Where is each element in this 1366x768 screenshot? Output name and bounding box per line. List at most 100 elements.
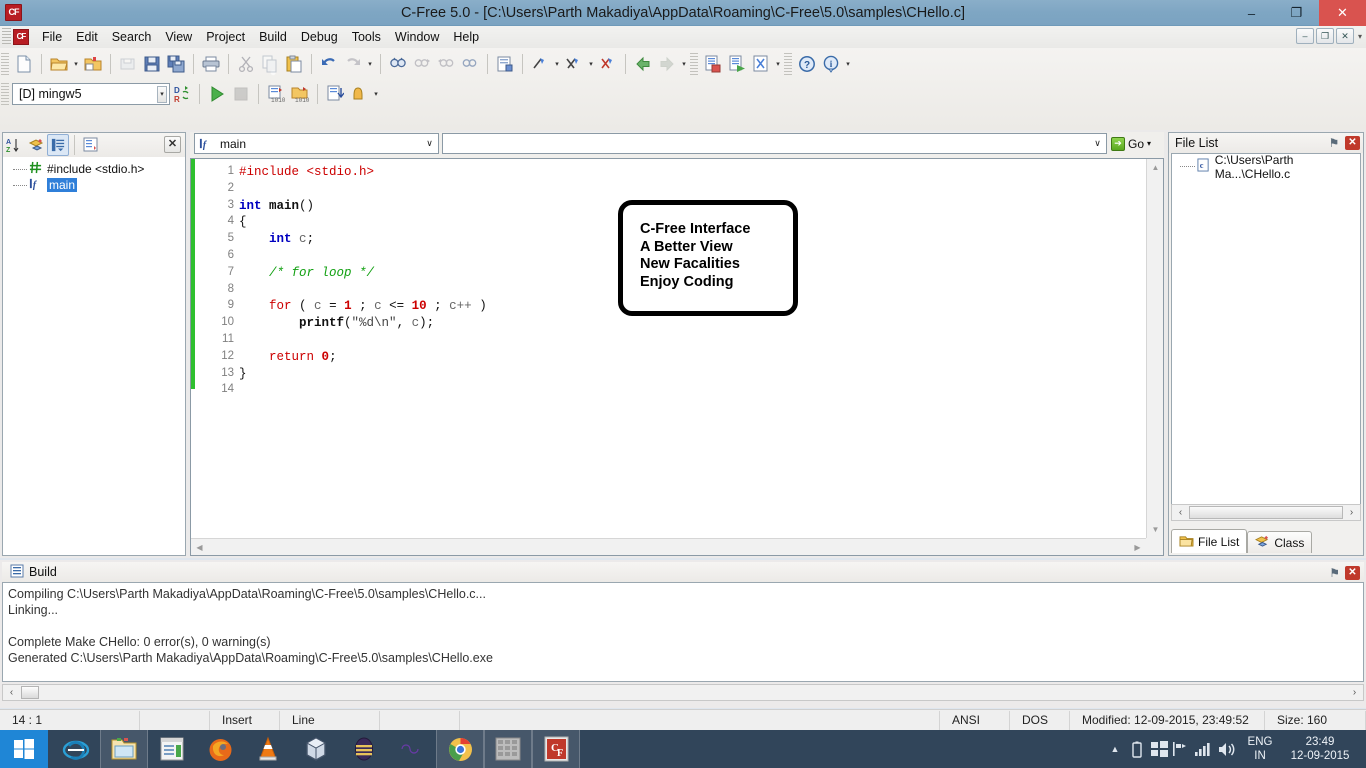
taskbar-google-chrome[interactable] — [436, 730, 484, 768]
toolbar-grip[interactable] — [1, 83, 9, 105]
about-icon[interactable]: i — [819, 52, 843, 76]
scroll-left-arrow[interactable]: ‹ — [1173, 505, 1188, 520]
file-list-horizontal-scrollbar[interactable]: ‹ › — [1171, 504, 1361, 521]
copy-icon[interactable] — [258, 52, 282, 76]
build-dropdown-caret[interactable]: ▾ — [773, 60, 783, 68]
scroll-down-arrow[interactable]: ▼ — [1147, 521, 1164, 538]
build-output-text[interactable]: Compiling C:\Users\Parth Makadiya\AppDat… — [2, 582, 1364, 682]
tab-file-list[interactable]: File List — [1171, 529, 1248, 553]
battery-icon[interactable] — [1126, 730, 1148, 768]
pause-icon[interactable] — [347, 82, 371, 106]
search-combo-caret[interactable]: ∨ — [1089, 134, 1106, 153]
clean-icon[interactable] — [749, 52, 773, 76]
scroll-right-arrow[interactable]: ▶ — [1129, 539, 1146, 556]
mdi-minimize-button[interactable]: – — [1295, 28, 1314, 44]
symbol-tree[interactable]: #include <stdio.h> f main — [3, 157, 185, 555]
taskbar-vlc-player[interactable] — [244, 730, 292, 768]
back-icon[interactable] — [631, 52, 655, 76]
symbol-combo-caret[interactable]: ∨ — [421, 134, 438, 153]
bookmark-toggle-icon[interactable] — [493, 52, 517, 76]
save-all-icon[interactable] — [164, 52, 188, 76]
start-button[interactable] — [0, 730, 48, 768]
scroll-left-arrow[interactable]: ◀ — [191, 539, 208, 556]
cut-icon[interactable] — [234, 52, 258, 76]
code-line[interactable]: 14 — [195, 383, 1145, 400]
bookmark-caret[interactable]: ▾ — [552, 60, 562, 68]
new-file-icon[interactable] — [12, 52, 36, 76]
compile-icon[interactable] — [701, 52, 725, 76]
file-list-body[interactable]: c C:\Users\Parth Ma...\CHello.c — [1171, 153, 1361, 518]
search-input[interactable] — [447, 135, 1087, 152]
editor-horizontal-scrollbar[interactable]: ◀ ▶ — [191, 538, 1146, 555]
menu-item-debug[interactable]: Debug — [294, 28, 345, 46]
taskbar-turbo-c[interactable] — [484, 730, 532, 768]
close-button[interactable]: ✕ — [1319, 0, 1366, 26]
menu-item-project[interactable]: Project — [199, 28, 252, 46]
tree-item-main[interactable]: f main — [3, 177, 185, 193]
toolbar-grip[interactable] — [784, 53, 792, 75]
network-flag-icon[interactable] — [1170, 730, 1192, 768]
code-line[interactable]: 11 — [195, 333, 1145, 350]
stop-icon[interactable] — [229, 82, 253, 106]
bookmark-remove-icon[interactable] — [596, 52, 620, 76]
build-horizontal-scrollbar[interactable]: ‹ › — [2, 684, 1364, 701]
build-panel-close-button[interactable]: ✕ — [1345, 566, 1360, 580]
redo-icon[interactable] — [341, 52, 365, 76]
properties-icon[interactable] — [80, 134, 102, 156]
taskbar-virtualbox[interactable] — [292, 730, 340, 768]
code-line[interactable]: 10 printf("%d\n", c); — [195, 316, 1145, 333]
step-over-icon[interactable]: 1010 — [288, 82, 312, 106]
open-dropdown-caret[interactable]: ▾ — [71, 60, 81, 68]
find-next-icon[interactable] — [410, 52, 434, 76]
symbol-panel-close-button[interactable]: ✕ — [164, 136, 181, 153]
menu-item-tools[interactable]: Tools — [345, 28, 388, 46]
maximize-button[interactable]: ❐ — [1274, 0, 1319, 26]
run-icon[interactable] — [205, 82, 229, 106]
language-indicator[interactable]: ENG IN — [1240, 735, 1280, 763]
help-icon[interactable]: ? — [795, 52, 819, 76]
scroll-right-arrow[interactable]: › — [1344, 505, 1359, 520]
mdi-close-button[interactable]: ✕ — [1335, 28, 1354, 44]
taskbar-firefox[interactable] — [196, 730, 244, 768]
taskbar-visual-studio[interactable] — [388, 730, 436, 768]
scroll-thumb[interactable] — [1189, 506, 1343, 519]
tree-item-include[interactable]: #include <stdio.h> — [3, 161, 185, 177]
toolbar-grip[interactable] — [1, 53, 9, 75]
menu-item-view[interactable]: View — [158, 28, 199, 46]
find-icon[interactable] — [386, 52, 410, 76]
find-in-files-icon[interactable] — [458, 52, 482, 76]
code-line[interactable]: 2 — [195, 182, 1145, 199]
scroll-thumb[interactable] — [21, 686, 39, 699]
clock[interactable]: 23:49 12-09-2015 — [1280, 735, 1366, 763]
tab-class[interactable]: Class — [1247, 531, 1313, 553]
show-hidden-icons-button[interactable]: ▲ — [1104, 730, 1126, 768]
code-line[interactable]: 1 #include <stdio.h> — [195, 165, 1145, 182]
undo-dropdown-caret[interactable]: ▾ — [365, 60, 375, 68]
file-list-close-button[interactable]: ✕ — [1345, 136, 1360, 150]
menu-item-edit[interactable]: Edit — [69, 28, 105, 46]
bookmark-next-icon[interactable] — [528, 52, 552, 76]
watch-icon[interactable] — [323, 82, 347, 106]
open-file-icon[interactable] — [47, 52, 71, 76]
volume-icon[interactable] — [1214, 730, 1240, 768]
step-into-icon[interactable]: 1010 — [264, 82, 288, 106]
scroll-up-arrow[interactable]: ▲ — [1147, 159, 1164, 176]
minimize-button[interactable]: – — [1229, 0, 1274, 26]
menu-grip[interactable] — [2, 28, 11, 46]
save-icon[interactable] — [140, 52, 164, 76]
mdi-restore-button[interactable]: ❐ — [1315, 28, 1334, 44]
bookmark-clear-icon[interactable] — [562, 52, 586, 76]
taskbar-file-explorer[interactable] — [100, 730, 148, 768]
scroll-right-arrow[interactable]: › — [1347, 685, 1362, 700]
menu-item-file[interactable]: File — [35, 28, 69, 46]
code-line[interactable]: 12 return 0; — [195, 350, 1145, 367]
sort-alphabetical-icon[interactable]: AZ — [3, 134, 25, 156]
go-button[interactable]: ➔ Go ▾ — [1108, 133, 1154, 154]
code-line[interactable]: 13} — [195, 367, 1145, 384]
symbol-combo[interactable]: f main ∨ — [194, 133, 439, 154]
code-editor[interactable]: 1 #include <stdio.h> 2 3 int main() 4 {5 int c… — [190, 158, 1164, 556]
action-center-icon[interactable] — [1148, 730, 1170, 768]
taskbar-notepad-app[interactable] — [148, 730, 196, 768]
find-previous-icon[interactable] — [434, 52, 458, 76]
signal-icon[interactable] — [1192, 730, 1214, 768]
